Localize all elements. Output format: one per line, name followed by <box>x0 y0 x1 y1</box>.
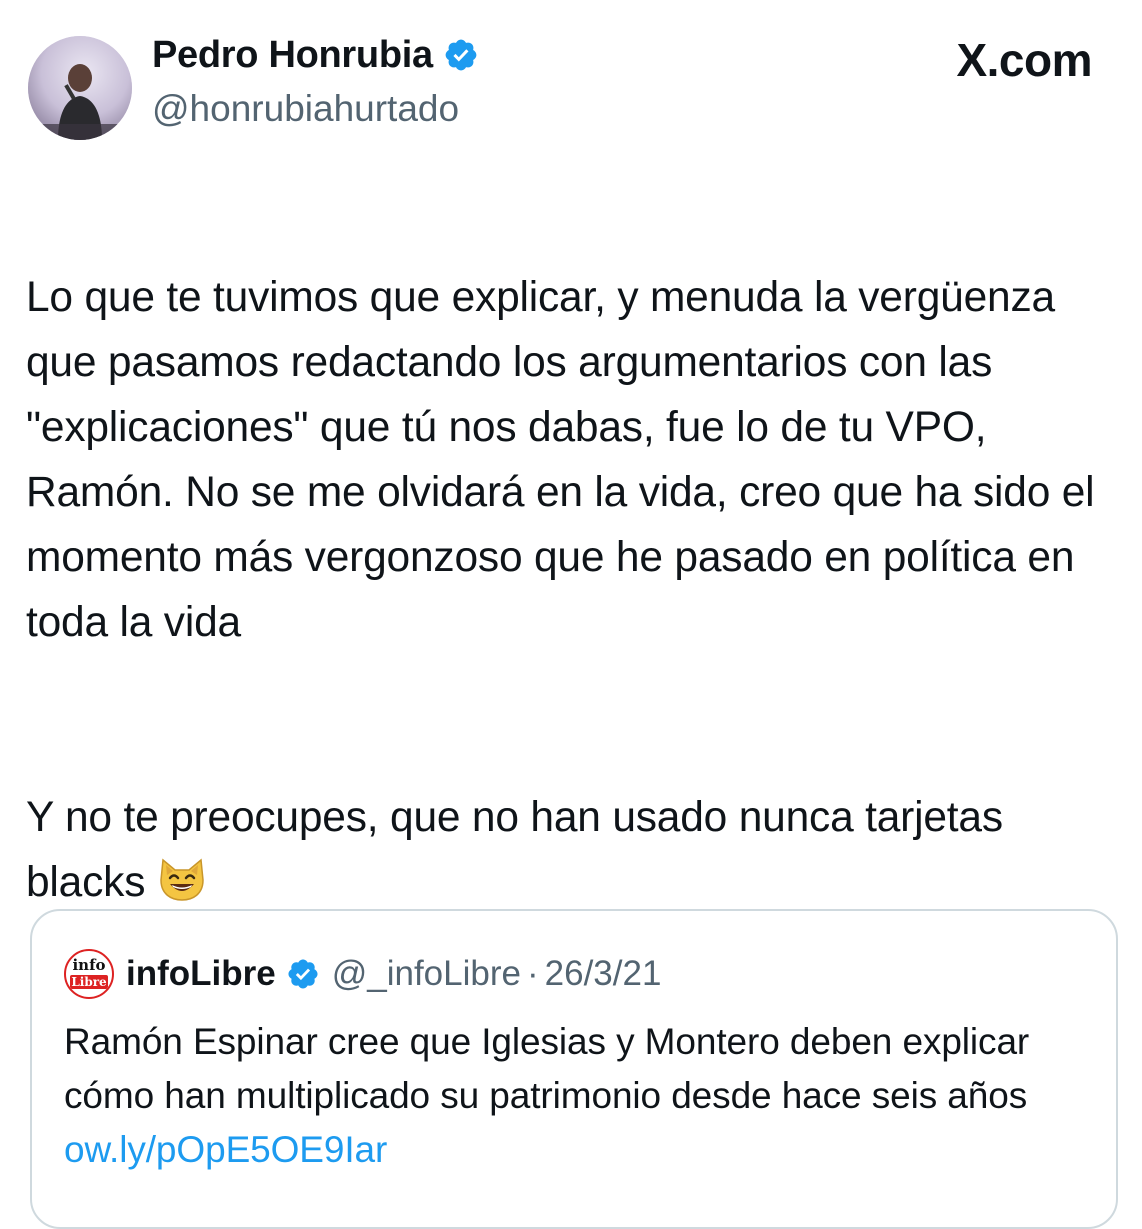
quoted-tweet-body: Ramón Espinar cree que Iglesias y Monter… <box>64 1021 1030 1116</box>
x-logo-icon: X.com <box>956 34 1092 86</box>
grinning-cat-icon <box>160 858 204 901</box>
logo-bottom-text: Libre <box>70 975 108 989</box>
separator-dot: · <box>526 954 539 993</box>
name-row: Pedro Honrubia <box>152 32 479 78</box>
author-handle[interactable]: @honrubiahurtado <box>152 84 479 134</box>
avatar[interactable] <box>28 36 132 140</box>
quoted-tweet-text: Ramón Espinar cree que Iglesias y Monter… <box>64 1015 1094 1177</box>
tweet-body: Lo que te tuvimos que explicar, y menuda… <box>26 200 1126 980</box>
infolibre-logo[interactable]: info Libre <box>64 949 114 999</box>
tweet-paragraph: Lo que te tuvimos que explicar, y menuda… <box>26 274 1095 646</box>
avatar-photo <box>28 36 132 140</box>
author-display-name[interactable]: Pedro Honrubia <box>152 32 433 78</box>
verified-badge-icon <box>288 959 318 989</box>
quoted-tweet-link[interactable]: ow.ly/pOpE5OE9Iar <box>64 1129 387 1170</box>
verified-badge-icon <box>445 39 477 71</box>
quoted-tweet-date[interactable]: 26/3/21 <box>545 952 662 996</box>
quoted-tweet-header: info Libre infoLibre @_infoLibre · 26/3/… <box>64 949 661 999</box>
tweet-paragraph-last: Y no te preocupes, que no han usado nunc… <box>26 785 1126 915</box>
author-block: Pedro Honrubia @honrubiahurtado <box>152 32 479 134</box>
quoted-tweet-card[interactable]: info Libre infoLibre @_infoLibre · 26/3/… <box>30 909 1118 1229</box>
site-label: X.com <box>956 32 1092 88</box>
quoted-author-handle[interactable]: @_infoLibre <box>332 952 521 996</box>
quoted-author-name[interactable]: infoLibre <box>126 952 276 996</box>
logo-top-text: info <box>72 956 106 974</box>
tweet-header: Pedro Honrubia @honrubiahurtado X.com <box>28 24 1114 144</box>
